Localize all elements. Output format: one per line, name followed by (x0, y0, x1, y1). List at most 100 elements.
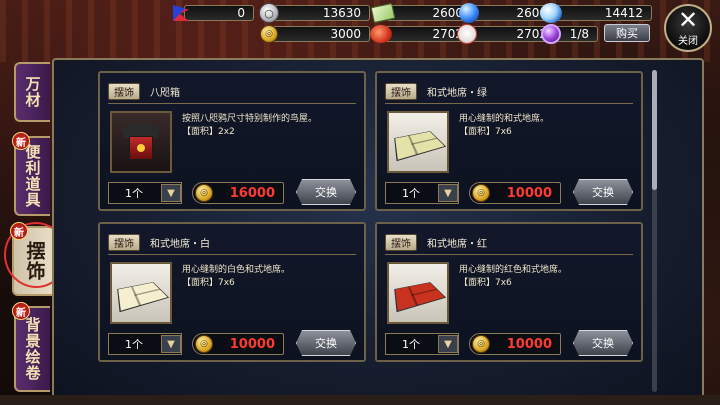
price-display: ◎ 10000 (192, 333, 284, 355)
item-description: 用心缝制的和式地席。 【面积】7x6 (459, 113, 633, 139)
shop-item-card: 摆饰 和式地席・红 用心缝制的红色和式地席。 【面积】7x6 1个 ▼ ◎ 10… (375, 222, 643, 362)
item-description: 用心缝制的白色和式地席。 【面积】7x6 (182, 264, 356, 290)
tatami-mat-icon (394, 282, 447, 313)
price-value: 10000 (506, 185, 552, 201)
price-display: ◎ 16000 (192, 182, 284, 204)
divider (108, 254, 356, 255)
tatami-mat-icon (117, 282, 170, 313)
item-name: 和式地席・绿 (427, 87, 487, 99)
cat-icon (456, 24, 478, 44)
resource-swirl: 14412 (540, 3, 652, 23)
exchange-button[interactable]: 交换 (296, 179, 356, 205)
scrollbar[interactable] (652, 70, 657, 392)
price-display: ◎ 10000 (469, 333, 561, 355)
resource-value: 3000 (272, 26, 370, 42)
item-thumbnail (110, 262, 172, 324)
item-desc-text: 按照八咫鸦尺寸特别制作的鸟屋。 (182, 114, 318, 124)
quantity-value: 1个 (125, 187, 143, 200)
chevron-down-icon[interactable]: ▼ (161, 184, 181, 202)
item-area: 【面积】2x2 (182, 127, 235, 137)
shop-item-card: 摆饰 和式地席・绿 用心缝制的和式地席。 【面积】7x6 1个 ▼ ◎ 1000… (375, 71, 643, 211)
item-area: 【面积】7x6 (459, 127, 512, 137)
price-value: 10000 (229, 336, 275, 352)
gold-coin-icon: ◎ (472, 335, 490, 353)
resource-value: 14412 (554, 5, 652, 21)
resource-purple-orb: 1/8 (540, 24, 598, 44)
item-thumbnail (387, 262, 449, 324)
item-desc-text: 用心缝制的白色和式地席。 (182, 265, 291, 275)
item-thumbnail (110, 111, 172, 173)
quantity-value: 1个 (125, 338, 143, 351)
item-category-tag: 摆饰 (385, 233, 417, 251)
daruma-icon (370, 24, 392, 44)
price-value: 16000 (229, 185, 275, 201)
price-display: ◎ 10000 (469, 182, 561, 204)
item-name: 和式地席・红 (427, 238, 487, 250)
resource-flag: 0 (170, 4, 254, 22)
quantity-selector[interactable]: 1个 ▼ (108, 333, 182, 355)
item-category-tag: 摆饰 (108, 233, 140, 251)
purple-orb-icon (540, 24, 562, 44)
swirl-icon (540, 3, 562, 23)
silver-coin-icon: ○ (258, 3, 280, 23)
item-desc-text: 用心缝制的红色和式地席。 (459, 265, 568, 275)
gold-coin-icon: ◎ (258, 24, 280, 44)
bottom-menu-strip (0, 395, 720, 405)
item-thumbnail (387, 111, 449, 173)
quantity-selector[interactable]: 1个 ▼ (385, 333, 459, 355)
price-value: 10000 (506, 336, 552, 352)
resource-gold: ◎ 3000 (258, 25, 370, 43)
divider (385, 254, 633, 255)
divider (385, 103, 633, 104)
item-category-tag: 摆饰 (385, 82, 417, 100)
gold-coin-icon: ◎ (195, 184, 213, 202)
exchange-button[interactable]: 交换 (573, 179, 633, 205)
resource-silver: ○ 13630 (258, 3, 370, 23)
exchange-button[interactable]: 交换 (573, 330, 633, 356)
item-name: 和式地席・白 (150, 238, 210, 250)
quantity-selector[interactable]: 1个 ▼ (385, 182, 459, 204)
close-button[interactable]: ✕ 关闭 (664, 4, 712, 52)
new-badge: 新 (10, 222, 28, 240)
item-header: 摆饰 和式地席・红 (385, 232, 633, 252)
tab-label: 背景绘卷 (23, 317, 42, 381)
resource-value: 13630 (272, 5, 370, 21)
item-header: 摆饰 和式地席・绿 (385, 81, 633, 101)
close-icon: ✕ (677, 6, 699, 34)
item-description: 按照八咫鸦尺寸特别制作的鸟屋。 【面积】2x2 (182, 113, 356, 139)
exchange-button[interactable]: 交换 (296, 330, 356, 356)
gold-coin-icon: ◎ (472, 184, 490, 202)
chevron-down-icon[interactable]: ▼ (161, 335, 181, 353)
shop-item-card: 摆饰 和式地席・白 用心缝制的白色和式地席。 【面积】7x6 1个 ▼ ◎ 10… (98, 222, 366, 362)
tab-background-scrolls[interactable]: 新 背景绘卷 (12, 302, 50, 392)
quantity-value: 1个 (402, 187, 420, 200)
new-badge: 新 (12, 132, 30, 150)
item-area: 【面积】7x6 (182, 278, 235, 288)
item-header: 摆饰 八咫箱 (108, 81, 356, 101)
tab-materials[interactable]: 万材 (14, 62, 50, 122)
scrollbar-thumb[interactable] (652, 70, 657, 190)
buy-button[interactable]: 购买 (604, 24, 650, 42)
item-category-tag: 摆饰 (108, 82, 140, 100)
new-badge: 新 (12, 302, 30, 320)
tab-label: 万材 (23, 76, 42, 108)
tatami-mat-icon (394, 131, 447, 162)
item-description: 用心缝制的红色和式地席。 【面积】7x6 (459, 264, 633, 290)
resource-value: 0 (184, 5, 254, 21)
divider (108, 103, 356, 104)
flag-icon (170, 3, 192, 23)
resource-ticket: 2600 (370, 2, 472, 24)
chevron-down-icon[interactable]: ▼ (438, 184, 458, 202)
quantity-value: 1个 (402, 338, 420, 351)
chevron-down-icon[interactable]: ▼ (438, 335, 458, 353)
item-name: 八咫箱 (150, 87, 180, 99)
close-label: 关闭 (678, 36, 698, 47)
shop-item-card: 摆饰 八咫箱 按照八咫鸦尺寸特别制作的鸟屋。 【面积】2x2 1个 ▼ ◎ 16… (98, 71, 366, 211)
item-area: 【面积】7x6 (459, 278, 512, 288)
item-header: 摆饰 和式地席・白 (108, 232, 356, 252)
blue-orb-icon (458, 3, 480, 23)
gold-coin-icon: ◎ (195, 335, 213, 353)
tab-convenience-items[interactable]: 新 便利道具 (12, 132, 50, 216)
quantity-selector[interactable]: 1个 ▼ (108, 182, 182, 204)
item-desc-text: 用心缝制的和式地席。 (459, 114, 550, 124)
